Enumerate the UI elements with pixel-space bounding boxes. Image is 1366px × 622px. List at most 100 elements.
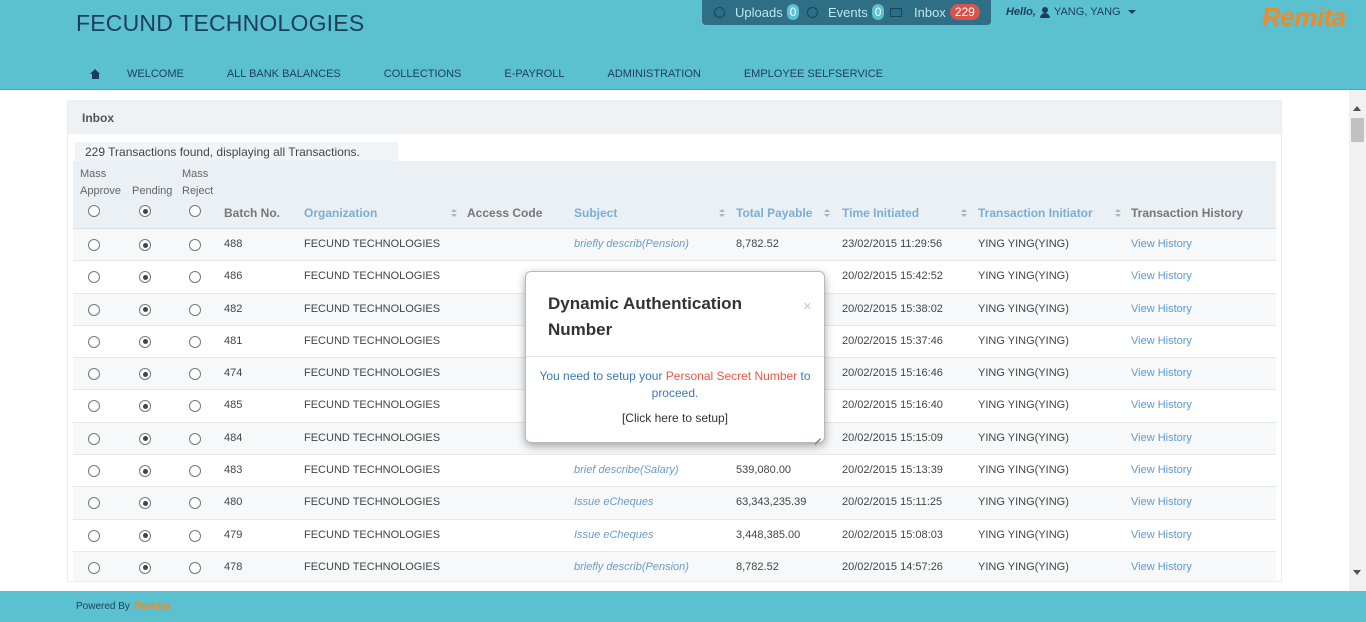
pending-radio[interactable] bbox=[139, 561, 151, 574]
col-organization[interactable]: Organization bbox=[304, 206, 377, 220]
cell-total-payable: 539,080.00 bbox=[736, 464, 792, 477]
reject-radio[interactable] bbox=[189, 432, 201, 445]
user-menu[interactable]: Hello, YANG, YANG bbox=[1006, 6, 1136, 18]
view-history-link[interactable]: View History bbox=[1131, 432, 1192, 444]
top-header: FECUND TECHNOLOGIES Uploads 0 Events 0 I… bbox=[0, 0, 1366, 90]
approve-radio[interactable] bbox=[88, 529, 100, 542]
approve-radio[interactable] bbox=[88, 432, 100, 445]
events-label: Events bbox=[828, 4, 868, 20]
approve-radio[interactable] bbox=[88, 335, 100, 348]
pending-radio[interactable] bbox=[139, 529, 151, 542]
cell-time-initiated: 20/02/2015 15:11:25 bbox=[842, 496, 943, 509]
view-history-link[interactable]: View History bbox=[1131, 464, 1192, 476]
nav-collections[interactable]: COLLECTIONS bbox=[384, 68, 462, 80]
cell-transaction-initiator: YING YING(YING) bbox=[978, 238, 1069, 250]
page-scrollbar[interactable] bbox=[1349, 90, 1366, 591]
view-history-link[interactable]: View History bbox=[1131, 367, 1192, 379]
pending-radio[interactable] bbox=[139, 335, 151, 348]
reject-radio[interactable] bbox=[189, 561, 201, 574]
table-row: 483 FECUND TECHNOLOGIES brief describe(Sal… bbox=[73, 455, 1276, 488]
nav-welcome[interactable]: WELCOME bbox=[127, 68, 184, 80]
cell-transaction-initiator: YING YING(YING) bbox=[978, 367, 1069, 380]
reject-radio[interactable] bbox=[189, 465, 201, 478]
nav-administration[interactable]: ADMINISTRATION bbox=[608, 68, 701, 80]
view-history-link[interactable]: View History bbox=[1131, 529, 1192, 541]
sort-icon[interactable] bbox=[961, 209, 967, 218]
pending-radio[interactable] bbox=[139, 271, 151, 284]
approve-radio[interactable] bbox=[88, 271, 100, 284]
col-access-code[interactable]: Access Code bbox=[467, 206, 542, 220]
cell-total-payable: 3,448,385.00 bbox=[736, 528, 801, 541]
col-time-initiated[interactable]: Time Initiated bbox=[842, 206, 919, 220]
reject-radio[interactable] bbox=[189, 303, 201, 316]
scroll-down-icon[interactable] bbox=[1353, 570, 1361, 575]
home-icon[interactable] bbox=[90, 69, 101, 79]
cell-batch: 480 bbox=[224, 496, 243, 509]
cell-time-initiated: 20/02/2015 15:37:46 bbox=[842, 334, 943, 347]
pending-radio[interactable] bbox=[139, 465, 151, 478]
sort-icon[interactable] bbox=[451, 209, 457, 218]
sort-icon[interactable] bbox=[1115, 209, 1121, 218]
col-total-payable[interactable]: Total Payable bbox=[736, 206, 812, 220]
view-history-link[interactable]: View History bbox=[1131, 303, 1192, 315]
reject-radio[interactable] bbox=[189, 368, 201, 381]
close-icon[interactable]: × bbox=[803, 298, 812, 315]
approve-radio[interactable] bbox=[88, 561, 100, 574]
personal-secret-number-link[interactable]: Personal Secret Number bbox=[666, 369, 797, 383]
mass-reject-radio[interactable] bbox=[189, 205, 201, 217]
col-subject[interactable]: Subject bbox=[574, 206, 617, 220]
reject-radio[interactable] bbox=[189, 335, 201, 348]
view-history-link[interactable]: View History bbox=[1131, 496, 1192, 508]
nav-all-bank-balances[interactable]: ALL BANK BALANCES bbox=[227, 68, 341, 80]
pending-radio[interactable] bbox=[139, 239, 151, 251]
cell-subject[interactable]: briefly describ(Pension) bbox=[574, 561, 689, 573]
reject-radio[interactable] bbox=[189, 529, 201, 542]
uploads-link[interactable]: Uploads 0 bbox=[714, 4, 800, 20]
col-transaction-initiator[interactable]: Transaction Initiator bbox=[978, 206, 1093, 220]
upload-icon bbox=[714, 6, 725, 18]
mass-approve-radio[interactable] bbox=[88, 205, 100, 217]
nav-employee-selfservice[interactable]: EMPLOYEE SELFSERVICE bbox=[744, 68, 883, 80]
reject-radio[interactable] bbox=[189, 497, 201, 510]
view-history-link[interactable]: View History bbox=[1131, 270, 1192, 282]
pending-radio[interactable] bbox=[139, 303, 151, 316]
approve-radio[interactable] bbox=[88, 465, 100, 478]
notification-bar: Uploads 0 Events 0 Inbox 229 bbox=[702, 0, 991, 25]
view-history-link[interactable]: View History bbox=[1131, 238, 1192, 250]
cell-subject[interactable]: brief describe(Salary) bbox=[574, 464, 679, 476]
setup-link[interactable]: [Click here to setup] bbox=[526, 411, 824, 425]
modal-divider bbox=[526, 356, 824, 357]
col-batch[interactable]: Batch No. bbox=[224, 206, 280, 220]
cell-batch: 474 bbox=[224, 367, 243, 380]
view-history-link[interactable]: View History bbox=[1131, 399, 1192, 411]
sort-icon[interactable] bbox=[824, 209, 830, 218]
approve-radio[interactable] bbox=[88, 400, 100, 413]
pending-radio[interactable] bbox=[139, 368, 151, 381]
resize-grip-icon[interactable] bbox=[813, 431, 821, 439]
cell-subject[interactable]: Issue eCheques bbox=[574, 496, 654, 508]
approve-radio[interactable] bbox=[88, 368, 100, 381]
scroll-thumb[interactable] bbox=[1351, 118, 1364, 142]
approve-radio[interactable] bbox=[88, 303, 100, 316]
pending-radio[interactable] bbox=[139, 400, 151, 413]
cell-organization: FECUND TECHNOLOGIES bbox=[304, 238, 441, 250]
reject-radio[interactable] bbox=[189, 239, 201, 251]
approve-radio[interactable] bbox=[88, 239, 100, 251]
view-history-link[interactable]: View History bbox=[1131, 561, 1192, 573]
reject-radio[interactable] bbox=[189, 400, 201, 413]
nav-e-payroll[interactable]: E-PAYROLL bbox=[504, 68, 564, 80]
pending-radio[interactable] bbox=[139, 497, 151, 510]
cell-subject[interactable]: Issue eCheques bbox=[574, 529, 654, 541]
mass-pending-radio[interactable] bbox=[139, 205, 151, 217]
inbox-link[interactable]: Inbox 229 bbox=[890, 4, 980, 20]
reject-radio[interactable] bbox=[189, 271, 201, 284]
cell-time-initiated: 20/02/2015 14:57:26 bbox=[842, 560, 943, 573]
scroll-up-icon[interactable] bbox=[1353, 106, 1361, 111]
view-history-link[interactable]: View History bbox=[1131, 335, 1192, 347]
cell-subject[interactable]: briefly describ(Pension) bbox=[574, 238, 689, 250]
sort-icon[interactable] bbox=[719, 209, 725, 218]
approve-radio[interactable] bbox=[88, 497, 100, 510]
events-link[interactable]: Events 0 bbox=[807, 4, 885, 20]
pending-radio[interactable] bbox=[139, 432, 151, 445]
cell-transaction-initiator: YING YING(YING) bbox=[978, 270, 1069, 283]
